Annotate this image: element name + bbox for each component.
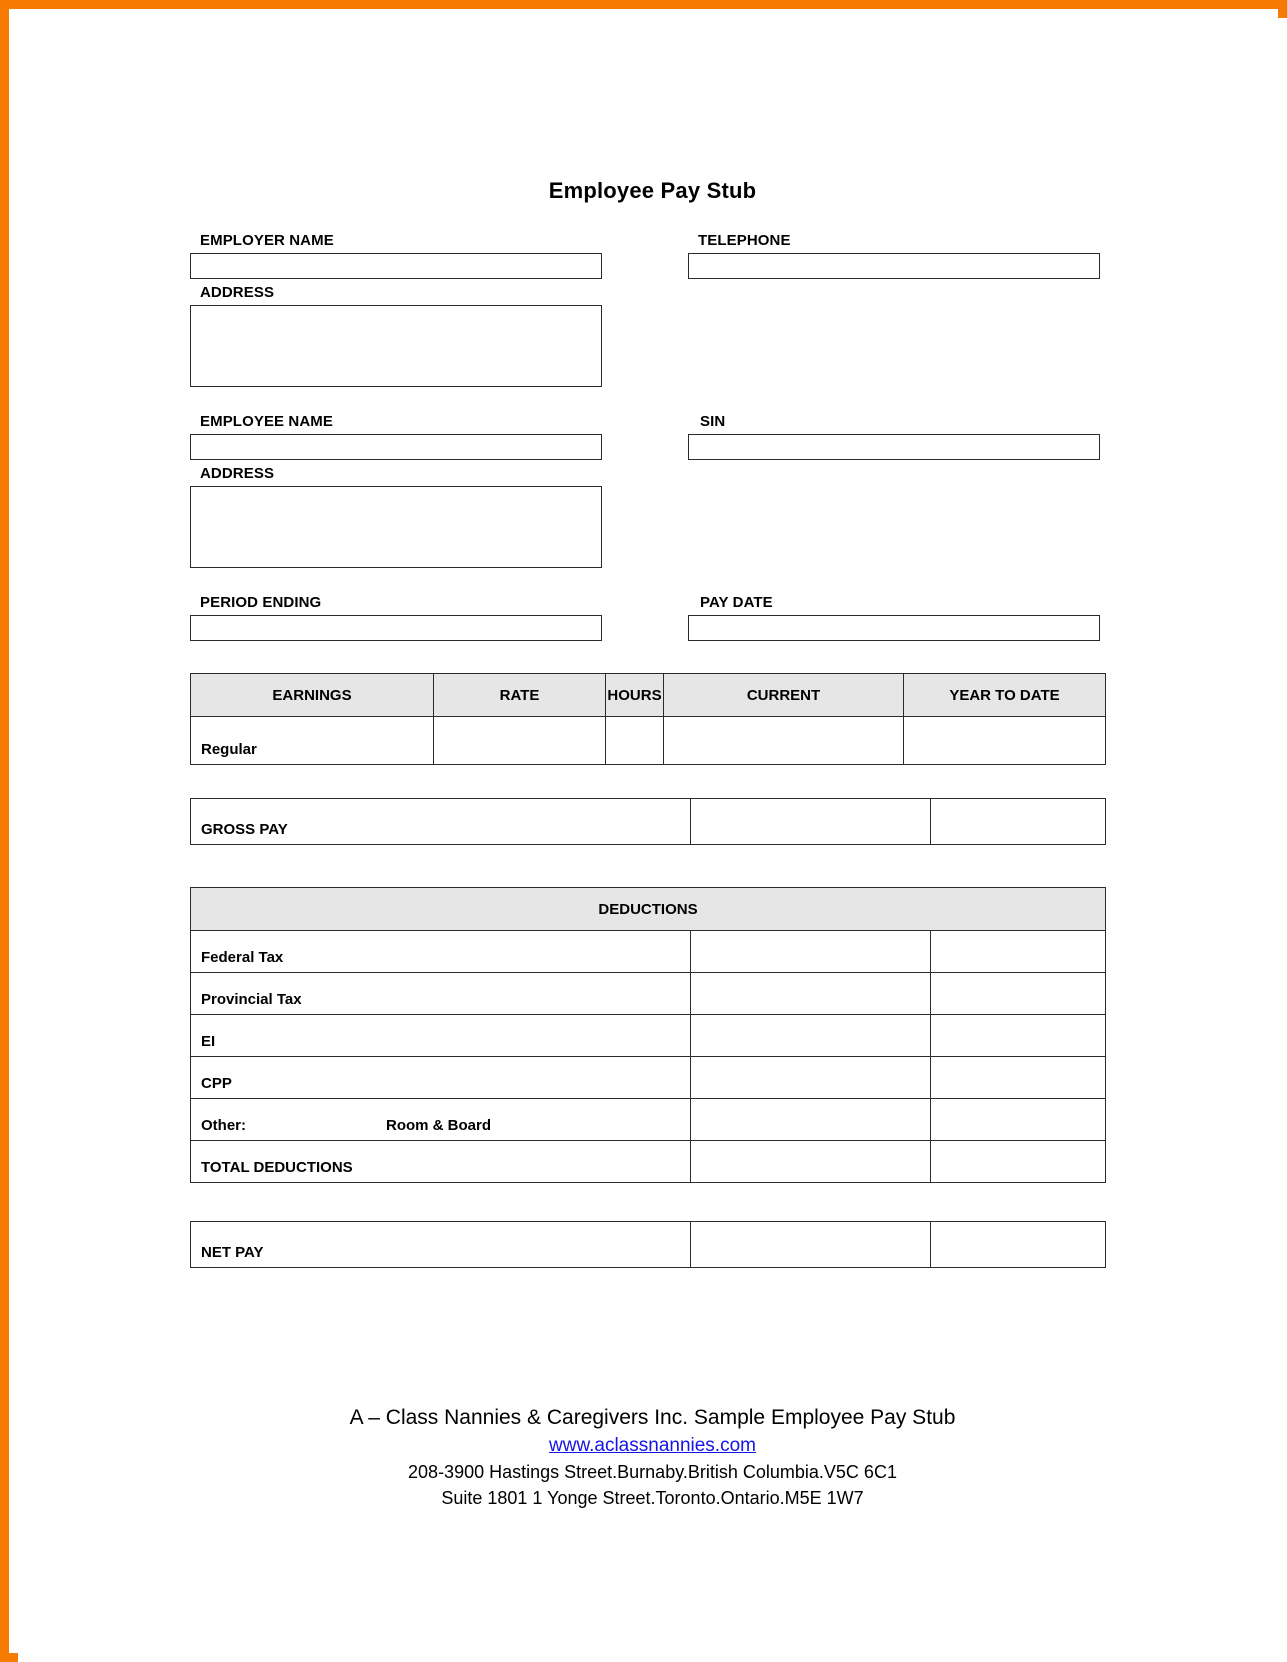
deduction-other-key: Other:	[201, 1117, 246, 1134]
page-border: Employee Pay Stub EMPLOYER NAME ADDRESS …	[0, 0, 1287, 1662]
deduction-provincial-tax-ytd[interactable]	[930, 972, 1106, 1015]
earnings-col-hours: HOURS	[605, 673, 664, 717]
sin-label: SIN	[700, 413, 726, 430]
table-row: Federal Tax	[190, 930, 1106, 973]
period-ending-input[interactable]	[190, 615, 602, 641]
earnings-row-regular-label: Regular	[190, 716, 434, 765]
deduction-other-current[interactable]	[690, 1098, 931, 1141]
deduction-provincial-tax-label: Provincial Tax	[190, 972, 691, 1015]
deduction-federal-tax-label: Federal Tax	[190, 930, 691, 973]
table-row: Provincial Tax	[190, 972, 1106, 1015]
telephone-label-right: TELEPHONE	[698, 232, 791, 249]
earnings-row-regular-hours[interactable]	[605, 716, 664, 765]
table-row: EI	[190, 1014, 1106, 1057]
deduction-other-value: Room & Board	[386, 1117, 491, 1134]
footer-address-line-1: 208-3900 Hastings Street.Burnaby.British…	[408, 1462, 897, 1482]
deductions-header-label: DEDUCTIONS	[190, 887, 1106, 931]
deduction-cpp-ytd[interactable]	[930, 1056, 1106, 1099]
table-row: TOTAL DEDUCTIONS	[190, 1140, 1106, 1183]
employee-address-input[interactable]	[190, 486, 602, 568]
net-pay-table: NET PAY	[190, 1221, 1106, 1268]
table-row: GROSS PAY	[190, 798, 1106, 845]
telephone-label: ADDRESS	[200, 284, 275, 301]
employer-name-label: EMPLOYER NAME	[200, 232, 334, 249]
earnings-row-regular-ytd[interactable]	[903, 716, 1106, 765]
net-pay-label: NET PAY	[190, 1221, 691, 1268]
gross-pay-label: GROSS PAY	[190, 798, 691, 845]
earnings-col-ytd: YEAR TO DATE	[903, 673, 1106, 717]
sin-input[interactable]	[688, 434, 1100, 460]
pay-date-input[interactable]	[688, 615, 1100, 641]
footer-address-line-2: Suite 1801 1 Yonge Street.Toronto.Ontari…	[441, 1488, 864, 1508]
earnings-table: EARNINGS RATE HOURS CURRENT YEAR TO DATE…	[190, 673, 1106, 765]
deduction-other-ytd[interactable]	[930, 1098, 1106, 1141]
footer-website-link[interactable]: www.aclassnannies.com	[18, 1433, 1287, 1459]
earnings-row-regular-current[interactable]	[663, 716, 904, 765]
deduction-ei-ytd[interactable]	[930, 1014, 1106, 1057]
employee-address-label: ADDRESS	[200, 465, 275, 482]
total-deductions-label: TOTAL DEDUCTIONS	[190, 1140, 691, 1183]
deduction-ei-current[interactable]	[690, 1014, 931, 1057]
deductions-table: DEDUCTIONS Federal Tax Provincial Tax EI	[190, 887, 1106, 1183]
gross-pay-current[interactable]	[690, 798, 931, 845]
footer-company-line: A – Class Nannies & Caregivers Inc. Samp…	[349, 1406, 956, 1429]
earnings-header-row: EARNINGS RATE HOURS CURRENT YEAR TO DATE	[190, 673, 1106, 717]
total-deductions-ytd[interactable]	[930, 1140, 1106, 1183]
deductions-header-row: DEDUCTIONS	[190, 887, 1106, 931]
employee-name-input[interactable]	[190, 434, 602, 460]
net-pay-current[interactable]	[690, 1221, 931, 1268]
employer-name-input[interactable]	[190, 253, 602, 279]
table-row: Regular	[190, 716, 1106, 765]
page-title: Employee Pay Stub	[548, 178, 757, 203]
deduction-provincial-tax-current[interactable]	[690, 972, 931, 1015]
earnings-col-earnings: EARNINGS	[190, 673, 434, 717]
table-row: Other: Room & Board	[190, 1098, 1106, 1141]
deduction-cpp-label: CPP	[190, 1056, 691, 1099]
footer: A – Class Nannies & Caregivers Inc. Samp…	[18, 1403, 1287, 1511]
gross-pay-table: GROSS PAY	[190, 798, 1106, 845]
deduction-federal-tax-current[interactable]	[690, 930, 931, 973]
employer-address-input[interactable]	[190, 305, 602, 387]
period-ending-label: PERIOD ENDING	[200, 594, 322, 611]
earnings-col-current: CURRENT	[663, 673, 904, 717]
deduction-cpp-current[interactable]	[690, 1056, 931, 1099]
pay-stub-sheet: Employee Pay Stub EMPLOYER NAME ADDRESS …	[18, 18, 1287, 1662]
employee-name-label: EMPLOYEE NAME	[200, 413, 333, 430]
earnings-row-regular-rate[interactable]	[433, 716, 606, 765]
table-row: NET PAY	[190, 1221, 1106, 1268]
gross-pay-ytd[interactable]	[930, 798, 1106, 845]
table-row: CPP	[190, 1056, 1106, 1099]
total-deductions-current[interactable]	[690, 1140, 931, 1183]
telephone-input[interactable]	[688, 253, 1100, 279]
deduction-federal-tax-ytd[interactable]	[930, 930, 1106, 973]
deduction-other-label-cell: Other: Room & Board	[190, 1098, 691, 1141]
pay-date-label: PAY DATE	[700, 594, 773, 611]
net-pay-ytd[interactable]	[930, 1221, 1106, 1268]
deduction-ei-label: EI	[190, 1014, 691, 1057]
earnings-col-rate: RATE	[433, 673, 606, 717]
